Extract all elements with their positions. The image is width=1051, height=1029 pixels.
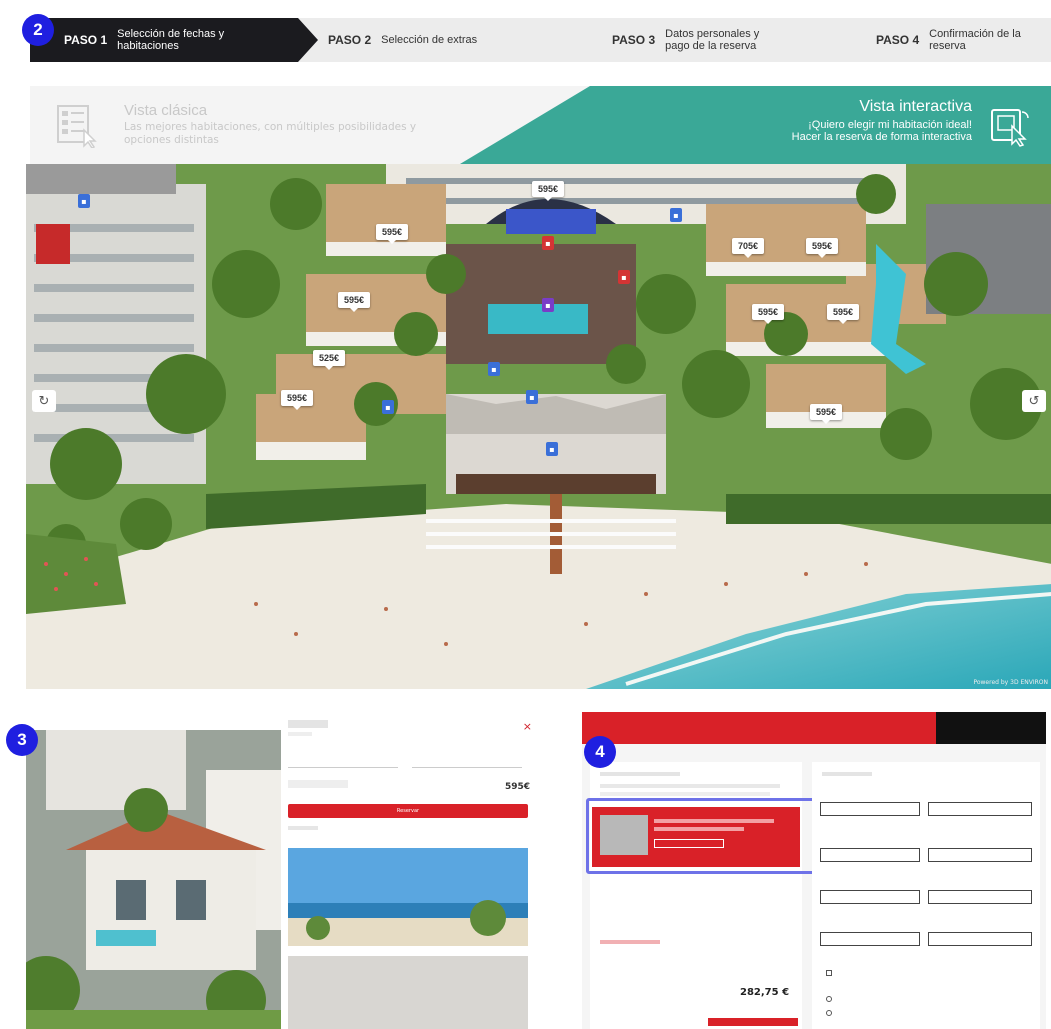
step-4-number: PASO 4 (876, 33, 920, 47)
step-2[interactable]: PASO 2 Selección de extras (298, 18, 593, 62)
room-price: 595€ (504, 782, 530, 792)
form-field[interactable] (928, 802, 1032, 816)
document-list-icon (57, 105, 97, 148)
room-price-tag[interactable]: 595€ (281, 390, 314, 410)
step-badge-4: 4 (584, 736, 616, 768)
room-detail-panel: × 595€ Reservar (26, 700, 546, 1029)
step-4-label: Confirmación de la reserva (929, 28, 1021, 52)
header-logo-area (936, 712, 1046, 744)
villa-photo (26, 730, 281, 1029)
room-name-placeholder (288, 720, 328, 728)
resort-aerial-illustration (26, 164, 1051, 689)
form-field[interactable] (820, 848, 920, 862)
option-radio[interactable] (826, 1010, 832, 1016)
personal-data-form (812, 762, 1040, 1029)
form-field[interactable] (820, 932, 920, 946)
map-poi-marker-icon[interactable]: ▪ (542, 236, 554, 250)
touch-screen-icon (991, 109, 1029, 147)
summary-line (600, 792, 770, 796)
room-price-tag[interactable]: 705€ (732, 238, 765, 258)
summary-line (600, 940, 660, 944)
promo-highlight-frame (586, 798, 816, 874)
room-info-column: × 595€ Reservar (288, 720, 536, 1029)
terms-checkbox[interactable] (826, 970, 832, 976)
room-price-tag[interactable]: 595€ (752, 304, 785, 324)
step-badge-3: 3 (6, 724, 38, 756)
room-price-tag[interactable]: 595€ (806, 238, 839, 258)
map-poi-marker-icon[interactable]: ▪ (546, 442, 558, 456)
rotate-left-button[interactable]: ↻ (32, 390, 56, 412)
room-price-tag[interactable]: 595€ (376, 224, 409, 244)
form-field[interactable] (928, 932, 1032, 946)
form-field[interactable] (820, 890, 920, 904)
room-price-tag[interactable]: 595€ (810, 404, 843, 424)
step-badge-2: 2 (22, 14, 54, 46)
interactive-resort-map[interactable]: 595€ 595€ 595€ 525€ 595€ 705€ 595€ 595€ … (26, 164, 1051, 689)
form-title-placeholder (822, 772, 872, 776)
interactive-view-title: Vista interactiva (859, 98, 972, 115)
map-poi-marker-icon[interactable]: ▪ (542, 298, 554, 312)
classic-view-option[interactable]: Vista clásica Las mejores habitaciones, … (54, 102, 444, 148)
map-poi-marker-icon[interactable]: ▪ (670, 208, 682, 222)
form-field[interactable] (928, 848, 1032, 862)
classic-view-title: Vista clásica (124, 102, 208, 119)
interactive-view-line-1: ¡Quiero elegir mi habitación ideal! (808, 119, 972, 131)
classic-view-description: Las mejores habitaciones, con múltiples … (124, 121, 417, 146)
booking-total: 282,75 € (740, 987, 790, 998)
room-price-tag[interactable]: 525€ (313, 350, 346, 370)
room-price-tag[interactable]: 595€ (827, 304, 860, 324)
summary-line (600, 772, 680, 776)
map-poi-marker-icon[interactable]: ▪ (382, 400, 394, 414)
close-icon[interactable]: × (523, 720, 532, 733)
step-4[interactable]: PASO 4 Confirmación de la reserva (842, 18, 1051, 62)
guests-selector[interactable] (412, 756, 522, 768)
checkout-header (582, 712, 1046, 744)
pay-button[interactable] (708, 1018, 798, 1026)
form-field[interactable] (928, 890, 1032, 904)
room-subtitle-placeholder (288, 732, 312, 736)
room-price-tag[interactable]: 595€ (532, 181, 565, 201)
rotate-right-button[interactable]: ↺ (1022, 390, 1046, 412)
step-2-number: PASO 2 (328, 33, 372, 47)
map-poi-marker-icon[interactable]: ▪ (526, 390, 538, 404)
option-radio[interactable] (826, 996, 832, 1002)
checkout-form-panel: 282,75 € (582, 712, 1046, 1029)
gallery-label-placeholder (288, 826, 318, 830)
interactive-view-line-2: Hacer la reserva de forma interactiva (791, 131, 972, 143)
booking-steps-bar: PASO 1 Selección de fechas y habitacione… (30, 18, 1051, 62)
step-3[interactable]: PASO 3 Datos personales y pago de la res… (570, 18, 865, 62)
step-1-label: Selección de fechas y habitaciones (117, 28, 225, 52)
price-label-placeholder (288, 780, 348, 788)
form-field[interactable] (820, 802, 920, 816)
gallery-beach-photo[interactable] (288, 848, 528, 946)
interactive-view-option[interactable]: Vista interactiva ¡Quiero elegir mi habi… (792, 98, 1032, 148)
summary-line (600, 784, 780, 788)
map-poi-marker-icon[interactable]: ▪ (78, 194, 90, 208)
reserve-button[interactable]: Reservar (288, 804, 528, 818)
step-2-label: Selección de extras (381, 34, 478, 46)
step-1-number: PASO 1 (64, 33, 108, 47)
map-poi-marker-icon[interactable]: ▪ (618, 270, 630, 284)
map-credit: Powered by 3D ENVIRON (973, 679, 1048, 686)
step-3-number: PASO 3 (612, 33, 656, 47)
map-poi-marker-icon[interactable]: ▪ (488, 362, 500, 376)
step-3-label: Datos personales y pago de la reserva (665, 28, 760, 52)
view-mode-selector: Vista clásica Las mejores habitaciones, … (30, 86, 1051, 164)
date-selector[interactable] (288, 756, 398, 768)
step-1[interactable]: PASO 1 Selección de fechas y habitacione… (30, 18, 320, 62)
gallery-interior-photo[interactable] (288, 956, 528, 1029)
room-price-tag[interactable]: 595€ (338, 292, 371, 312)
